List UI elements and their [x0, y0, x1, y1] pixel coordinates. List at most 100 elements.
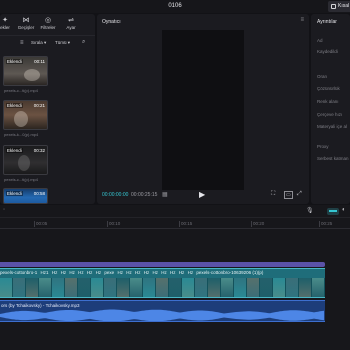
details-title: Ayrıntılar	[317, 19, 337, 25]
clip-label: pexe	[104, 270, 115, 275]
clip-label: pexels-cottonbro-10639206 (1)(p)	[196, 270, 264, 275]
transitions-icon: ⋈	[22, 17, 30, 24]
clip-label: Hz	[117, 270, 123, 275]
audio-clip-label: ors (by Tchaikovsky) - Tchaikovsky.mp3	[1, 303, 80, 308]
filter-icon[interactable]: ≡	[20, 40, 24, 46]
export-label: Kısal	[338, 3, 350, 9]
clip-frame	[286, 278, 299, 297]
clip-frame	[299, 278, 312, 297]
play-button[interactable]: ▶	[199, 190, 205, 199]
total-timecode: 00:00:25:15	[131, 192, 158, 198]
added-badge: Eklendi	[6, 103, 23, 108]
tab-transitions[interactable]: ⋈ Geçişler	[15, 16, 37, 34]
tab-filters[interactable]: ◎ Filtreler	[37, 16, 59, 34]
duration-label: 00:58	[33, 191, 45, 196]
tab-stickers[interactable]: ✦ ekler	[0, 16, 16, 34]
duration-label: 00:32	[33, 148, 45, 153]
clip-frame	[104, 278, 117, 297]
detail-ratio: Oran	[317, 74, 328, 79]
detail-name: Ad	[317, 38, 323, 43]
clip-frame	[156, 278, 169, 297]
media-filename: pexels-c...ti(p).mp4	[4, 177, 39, 182]
clip-frame	[39, 278, 52, 297]
clip-frame	[91, 278, 104, 297]
media-item[interactable]: Eklendi 00:21	[3, 100, 48, 130]
clip-label: Hz	[86, 270, 93, 275]
clip-frame	[312, 278, 325, 297]
link-icon	[329, 210, 337, 212]
clip-label: Hz1	[40, 270, 49, 275]
player-panel: Oynatıcı ≡ 00:00:00:00 00:00:25:15 ▦ ▶ ⛶…	[97, 14, 309, 204]
media-tab-bar: ✦ ekler ⋈ Geçişler ◎ Filtreler ⇌ Ayar	[0, 14, 95, 36]
waveform-path	[0, 309, 324, 321]
fullscreen-icon[interactable]: ⤢	[297, 191, 302, 198]
text-track-clip[interactable]	[0, 262, 325, 267]
sort-dropdown[interactable]: Sırala ▾	[31, 40, 46, 46]
all-label: Tümü	[55, 40, 67, 45]
stickers-icon: ✦	[2, 17, 8, 24]
clip-frame	[65, 278, 78, 297]
duration-label: 00:21	[33, 103, 45, 108]
aspect-ratio-icon[interactable]: ▭	[284, 191, 293, 199]
detail-color-space: Renk alanı	[317, 99, 339, 104]
video-track[interactable]: pexels-cottonbro-1 Hz1 Hz Hz Hz Hz Hz Hz…	[0, 268, 325, 298]
adjust-icon: ⇌	[68, 17, 74, 24]
lock-icon[interactable]: ▫	[3, 207, 5, 213]
video-preview[interactable]	[162, 30, 244, 190]
media-item[interactable]: Eklendi 00:32	[3, 145, 48, 175]
clip-frame	[260, 278, 273, 297]
sort-label: Sırala	[31, 40, 43, 45]
media-item[interactable]: Eklendi 00:58	[3, 188, 48, 204]
clip-frame	[221, 278, 234, 297]
detail-frame-rate: Çerçeve hızı	[317, 112, 343, 117]
clip-label: Hz	[161, 270, 167, 275]
clip-frame	[130, 278, 143, 297]
details-panel: Ayrıntılar Ad Kaydedildi Oran Çözünürlük…	[311, 14, 350, 204]
clip-frame	[273, 278, 286, 297]
tab-label: Ayar	[66, 25, 76, 30]
tab-label: ekler	[0, 25, 10, 30]
clip-frame	[247, 278, 260, 297]
detail-free-layer: Serbest katman	[317, 156, 349, 161]
clip-frame	[169, 278, 182, 297]
all-dropdown[interactable]: Tümü ▾	[55, 40, 70, 46]
microphone-icon[interactable]: 🎙	[306, 207, 314, 214]
tab-adjust[interactable]: ⇌ Ayar	[60, 16, 82, 34]
clip-label: Hz	[60, 270, 67, 275]
clip-frame	[234, 278, 247, 297]
added-badge: Eklendi	[6, 59, 23, 64]
media-panel: ✦ ekler ⋈ Geçişler ◎ Filtreler ⇌ Ayar ≡ …	[0, 14, 95, 204]
clip-frame	[26, 278, 39, 297]
search-icon[interactable]: ⌕	[82, 39, 85, 46]
clip-label: Hz	[126, 270, 132, 275]
media-item[interactable]: Eklendi 00:11	[3, 56, 48, 86]
detail-saved: Kaydedildi	[317, 49, 338, 54]
time-ruler[interactable]: 00:05 00:10 00:15 00:20 00:25	[0, 219, 350, 229]
menu-icon[interactable]: ≡	[300, 17, 304, 23]
media-filename: pexels-k...0(p).mp4	[4, 132, 39, 137]
detail-import-material: Materyali içe al	[317, 124, 348, 129]
grid-icon[interactable]: ▦	[162, 191, 168, 198]
thumbnail-image	[18, 155, 30, 171]
thumbnail-image	[24, 69, 40, 81]
detail-proxy: Proxy	[317, 144, 329, 149]
clip-label: Hz	[187, 270, 194, 275]
fit-screen-icon[interactable]: ⛶	[271, 191, 275, 198]
media-toolbar: ≡ Sırala ▾ Tümü ▾ ⌕	[0, 38, 95, 50]
clip-label: Hz	[78, 270, 84, 275]
clip-label: Hz	[143, 270, 150, 275]
audio-track[interactable]: ors (by Tchaikovsky) - Tchaikovsky.mp3	[0, 300, 325, 322]
clip-label: Hz	[69, 270, 75, 275]
export-button[interactable]: Kısal	[328, 1, 350, 12]
clip-label: Hz	[170, 270, 176, 275]
clip-frame	[208, 278, 221, 297]
added-badge: Eklendi	[6, 148, 23, 153]
clip-frame	[182, 278, 195, 297]
link-toggle[interactable]	[327, 208, 339, 215]
clip-label: Hz	[152, 270, 159, 275]
added-badge: Eklendi	[6, 191, 23, 196]
clip-frame	[52, 278, 65, 297]
clip-label: Hz	[95, 270, 102, 275]
clip-label: Hz	[51, 270, 58, 275]
magnet-icon[interactable]: ◐	[342, 207, 346, 213]
